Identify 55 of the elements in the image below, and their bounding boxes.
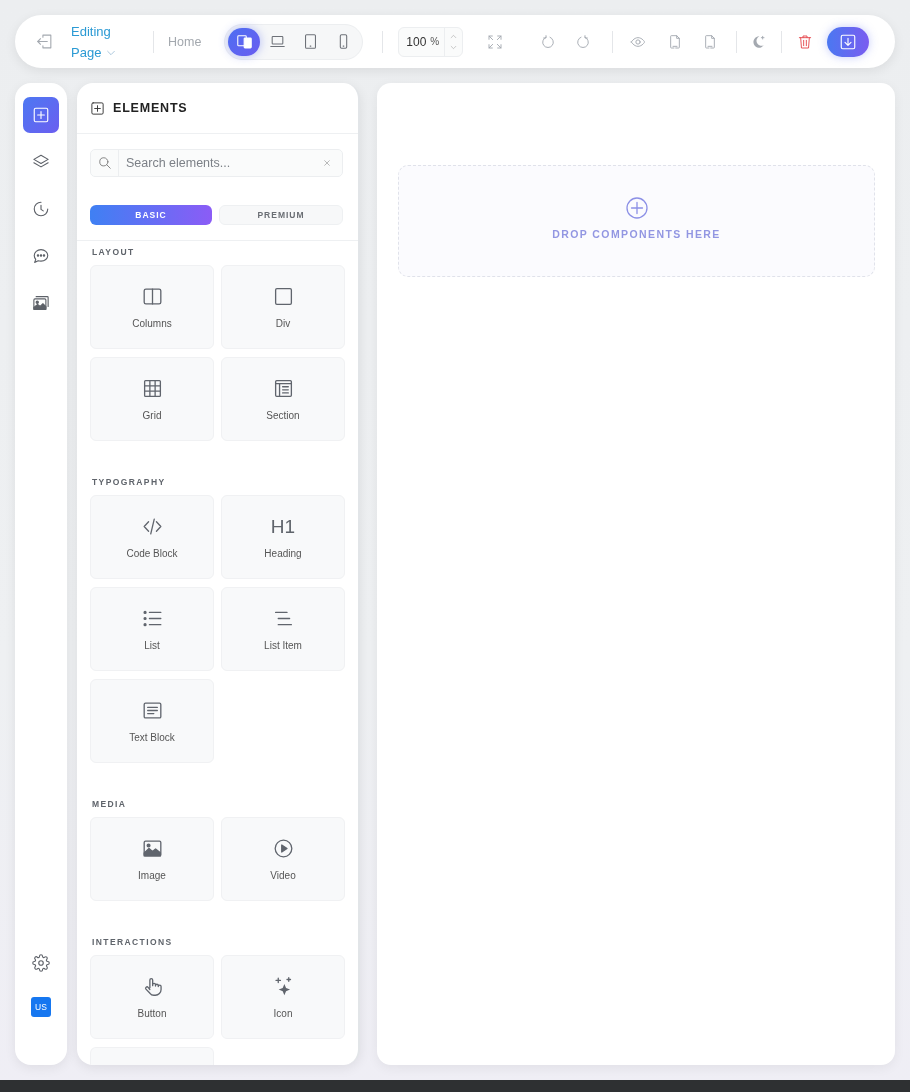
moon-icon[interactable] — [750, 33, 767, 50]
panel-title: ELEMENTS — [113, 101, 188, 115]
laptop-icon — [268, 33, 286, 50]
columns-icon — [141, 285, 163, 307]
square-icon — [272, 285, 294, 307]
undo-icon[interactable] — [540, 33, 557, 50]
element-card[interactable]: H1 Heading — [221, 495, 345, 579]
element-card[interactable]: Icon — [221, 955, 345, 1039]
element-card[interactable]: List Item — [221, 587, 345, 671]
text-block-icon — [141, 699, 163, 721]
section-heading: TYPOGRAPHY — [92, 476, 167, 488]
device-button[interactable] — [228, 27, 261, 56]
fullscreen-icon[interactable] — [487, 33, 504, 50]
code-icon — [141, 515, 163, 537]
grid-icon — [141, 377, 163, 399]
element-card[interactable]: Section — [221, 357, 345, 441]
plus-circle-icon — [624, 196, 649, 220]
settings-icon[interactable] — [32, 954, 50, 972]
sidebar-button[interactable] — [23, 97, 59, 133]
plus-square-icon — [32, 106, 50, 124]
user-avatar[interactable]: US — [31, 997, 51, 1017]
clock-icon — [32, 200, 50, 218]
responsive-view-icon — [235, 33, 253, 50]
element-card[interactable]: Video — [221, 817, 345, 901]
heading-glyph: H1 — [270, 515, 296, 537]
element-card[interactable]: Button — [90, 955, 214, 1039]
plus-square-icon — [90, 100, 105, 116]
image-icon — [141, 837, 163, 859]
category-tab[interactable]: BASIC — [90, 205, 212, 225]
zoom-unit: % — [430, 35, 440, 48]
drop-zone-label: DROP COMPONENTS HERE — [552, 228, 721, 240]
element-card[interactable]: Text Block — [90, 679, 214, 763]
redo-icon[interactable] — [575, 33, 592, 50]
category-tab[interactable]: PREMIUM — [219, 205, 343, 225]
section-layout-icon — [272, 377, 294, 399]
chat-bubble-icon — [32, 247, 50, 265]
play-circle-icon — [272, 837, 294, 859]
section-heading: INTERACTIONS — [92, 936, 174, 948]
trash-icon[interactable] — [797, 33, 814, 50]
download-icon — [839, 32, 858, 51]
element-card[interactable]: List — [90, 587, 214, 671]
element-card[interactable]: Columns — [90, 265, 214, 349]
section-heading: MEDIA — [92, 798, 128, 810]
close-icon[interactable] — [323, 159, 331, 167]
sparkles-icon — [272, 975, 294, 997]
download-button[interactable] — [827, 26, 870, 57]
element-card[interactable]: Code Block — [90, 495, 214, 579]
section-heading: LAYOUT — [92, 246, 136, 258]
search-field[interactable]: Search elements... — [90, 149, 343, 177]
search-icon — [98, 156, 112, 170]
exit-icon[interactable] — [35, 32, 54, 51]
images-icon — [32, 294, 50, 312]
element-card[interactable]: Grid — [90, 357, 214, 441]
element-card[interactable]: Image — [90, 817, 214, 901]
element-card[interactable]: Div — [221, 265, 345, 349]
